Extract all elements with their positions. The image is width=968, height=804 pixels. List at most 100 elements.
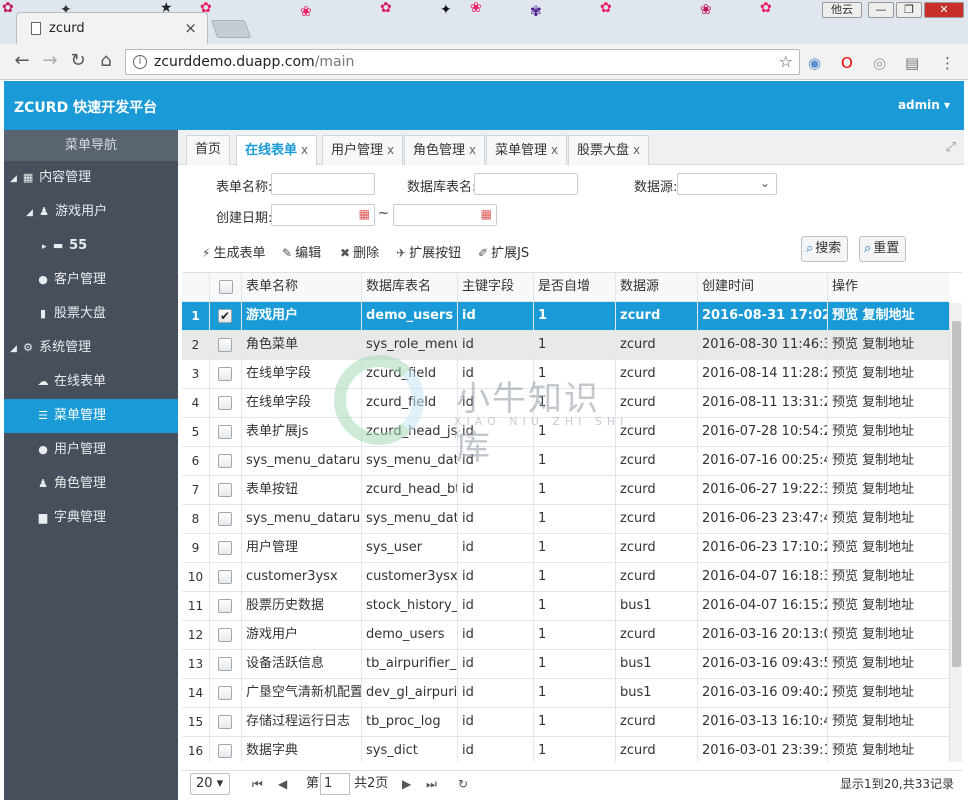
copy-url-link[interactable]: 复制地址	[862, 424, 914, 439]
page-number-input[interactable]: 1	[320, 773, 350, 795]
prev-page-icon[interactable]: ◀	[278, 771, 287, 797]
copy-url-link[interactable]: 复制地址	[862, 453, 914, 468]
preview-link[interactable]: 预览	[832, 482, 858, 497]
table-row[interactable]: 12 游戏用户 demo_users id 1 zcurd 2016-03-16 20:13…	[182, 621, 949, 650]
extension-circle-icon[interactable]: ◎	[873, 54, 886, 72]
address-bar[interactable]: i zcurddemo.duapp.com/main ☆	[125, 49, 800, 75]
table-row[interactable]: 11 股票历史数据stock_history_logid1bus12016-04-…	[182, 592, 949, 621]
reset-button[interactable]: ⌕ 重置	[859, 236, 907, 262]
copy-url-link[interactable]: 复制地址	[863, 308, 915, 323]
extend-js-button[interactable]: ✐ 扩展JS	[478, 242, 529, 261]
generate-form-button[interactable]: ⚡ 生成表单	[202, 242, 265, 261]
copy-url-link[interactable]: 复制地址	[862, 627, 914, 642]
sidebar-item-dictionary[interactable]: ▆ 字典管理	[4, 501, 178, 535]
sidebar-item-users[interactable]: ● 用户管理	[4, 433, 178, 467]
calendar-icon[interactable]: ▦	[481, 207, 492, 221]
row-checkbox[interactable]	[218, 715, 232, 729]
table-row[interactable]: 14 广垦空气清新机配置历dev_gl_airpurifieid1bus12016…	[182, 679, 949, 708]
preview-link[interactable]: 预览	[832, 685, 858, 700]
column-header[interactable]: 主键字段	[458, 273, 534, 301]
tab-menus[interactable]: 菜单管理 x	[486, 135, 568, 165]
copy-url-link[interactable]: 复制地址	[862, 685, 914, 700]
row-checkbox[interactable]	[218, 686, 232, 700]
preview-link[interactable]: 预览	[832, 598, 858, 613]
bookmark-star-icon[interactable]: ☆	[779, 52, 793, 71]
preview-link[interactable]: 预览	[832, 656, 858, 671]
select-all-checkbox[interactable]	[219, 280, 233, 294]
close-tab-icon[interactable]: x	[301, 143, 308, 157]
copy-url-link[interactable]: 复制地址	[862, 366, 914, 381]
row-checkbox[interactable]	[218, 454, 232, 468]
form-name-input[interactable]	[271, 173, 375, 195]
column-header[interactable]: 表单名称	[242, 273, 362, 301]
created-to-input[interactable]: ▦	[393, 204, 497, 226]
column-header[interactable]: 创建时间	[698, 273, 828, 301]
row-checkbox[interactable]: ✔	[218, 309, 232, 323]
opera-icon[interactable]: O	[841, 54, 853, 72]
forward-icon[interactable]: →	[38, 50, 62, 71]
table-row[interactable]: 8 sys_menu_datarulesys_menu_datarid1zcurd…	[182, 505, 949, 534]
table-row[interactable]: 7 表单按钮zcurd_head_btnid1zcurd2016-06-27 19…	[182, 476, 949, 505]
edit-button[interactable]: ✎ 编辑	[282, 242, 321, 261]
copy-url-link[interactable]: 复制地址	[862, 743, 914, 758]
copy-url-link[interactable]: 复制地址	[862, 656, 914, 671]
close-tab-icon[interactable]: x	[633, 143, 640, 157]
scrollbar-thumb[interactable]	[952, 321, 961, 667]
table-row[interactable]: 15 存储过程运行日志 tb_proc_log id 1 zcurd 2016-03-13 …	[182, 708, 949, 737]
copy-url-link[interactable]: 复制地址	[862, 540, 914, 555]
user-menu[interactable]: admin ▾	[898, 98, 950, 112]
row-checkbox[interactable]	[218, 541, 232, 555]
created-from-input[interactable]: ▦	[271, 204, 375, 226]
preview-link[interactable]: 预览	[832, 627, 858, 642]
page-size-select[interactable]: 20 ▾	[190, 773, 230, 795]
delete-button[interactable]: ✖ 删除	[340, 242, 379, 261]
close-tab-icon[interactable]: x	[469, 143, 476, 157]
table-row[interactable]: 9 用户管理 sys_user id 1 zcurd 2016-06-23 17:10:22…	[182, 534, 949, 563]
sidebar-group-system[interactable]: ◢ ⚙ 系统管理	[4, 331, 178, 365]
first-page-icon[interactable]: ⏮	[252, 771, 263, 797]
close-tab-icon[interactable]: ×	[184, 19, 197, 37]
row-checkbox[interactable]	[218, 570, 232, 584]
table-row[interactable]: 10 customer3ysx customer3ysx id 1 zcurd 2016-0…	[182, 563, 949, 592]
extend-buttons-button[interactable]: ✈ 扩展按钮	[396, 242, 461, 261]
copy-url-link[interactable]: 复制地址	[862, 482, 914, 497]
close-window-button[interactable]: ✕	[924, 2, 964, 18]
column-header[interactable]: 是否自增	[534, 273, 616, 301]
table-row[interactable]: 13 设备活跃信息tb_airpurifier_actid1bus12016-03…	[182, 650, 949, 679]
home-icon[interactable]: ⌂	[94, 50, 118, 71]
fullscreen-icon[interactable]: ⤢	[946, 140, 956, 155]
sidebar-group-content[interactable]: ◢ ▦ 内容管理	[4, 161, 178, 195]
preview-link[interactable]: 预览	[832, 540, 858, 555]
row-checkbox[interactable]	[218, 367, 232, 381]
profile-button[interactable]: 他云	[822, 2, 862, 18]
tab-roles[interactable]: 角色管理 x	[404, 135, 486, 165]
row-checkbox[interactable]	[218, 744, 232, 758]
copy-url-link[interactable]: 复制地址	[862, 714, 914, 729]
table-row[interactable]: 16 数据字典 sys_dict id 1 zcurd 2016-03-01 23:39:1…	[182, 737, 949, 762]
preview-link[interactable]: 预览	[832, 453, 858, 468]
sidebar-item-stocks[interactable]: ▮ 股票大盘	[4, 297, 178, 331]
sidebar-item-online-forms[interactable]: ☁ 在线表单	[4, 365, 178, 399]
row-checkbox[interactable]	[218, 483, 232, 497]
last-page-icon[interactable]: ⏭	[426, 771, 437, 797]
sidebar-item-menus[interactable]: ☰ 菜单管理	[4, 399, 178, 433]
column-header[interactable]: 操作	[828, 273, 949, 301]
preview-link[interactable]: 预览	[832, 395, 858, 410]
row-checkbox[interactable]	[218, 512, 232, 526]
restore-button[interactable]: ❐	[896, 2, 922, 18]
table-row[interactable]: 2 角色菜单 sys_role_menu id 1 zcurd 2016-08-30 11:…	[182, 331, 949, 360]
refresh-icon[interactable]: ↻	[458, 771, 468, 797]
close-tab-icon[interactable]: x	[551, 143, 558, 157]
search-button[interactable]: ⌕ 搜索	[801, 236, 849, 262]
preview-link[interactable]: 预览	[832, 366, 858, 381]
table-row[interactable]: 5 表单扩展js zcurd_head_js id 1 zcurd 2016-07-28 1…	[182, 418, 949, 447]
collapse-icon[interactable]: ◢	[10, 344, 17, 354]
table-name-input[interactable]	[474, 173, 578, 195]
preview-link[interactable]: 预览	[832, 743, 858, 758]
copy-url-link[interactable]: 复制地址	[862, 395, 914, 410]
preview-link[interactable]: 预览	[832, 569, 858, 584]
next-page-icon[interactable]: ▶	[402, 771, 411, 797]
column-header[interactable]: 数据源	[616, 273, 698, 301]
column-header[interactable]: 数据库表名	[362, 273, 458, 301]
preview-link[interactable]: 预览	[832, 337, 858, 352]
